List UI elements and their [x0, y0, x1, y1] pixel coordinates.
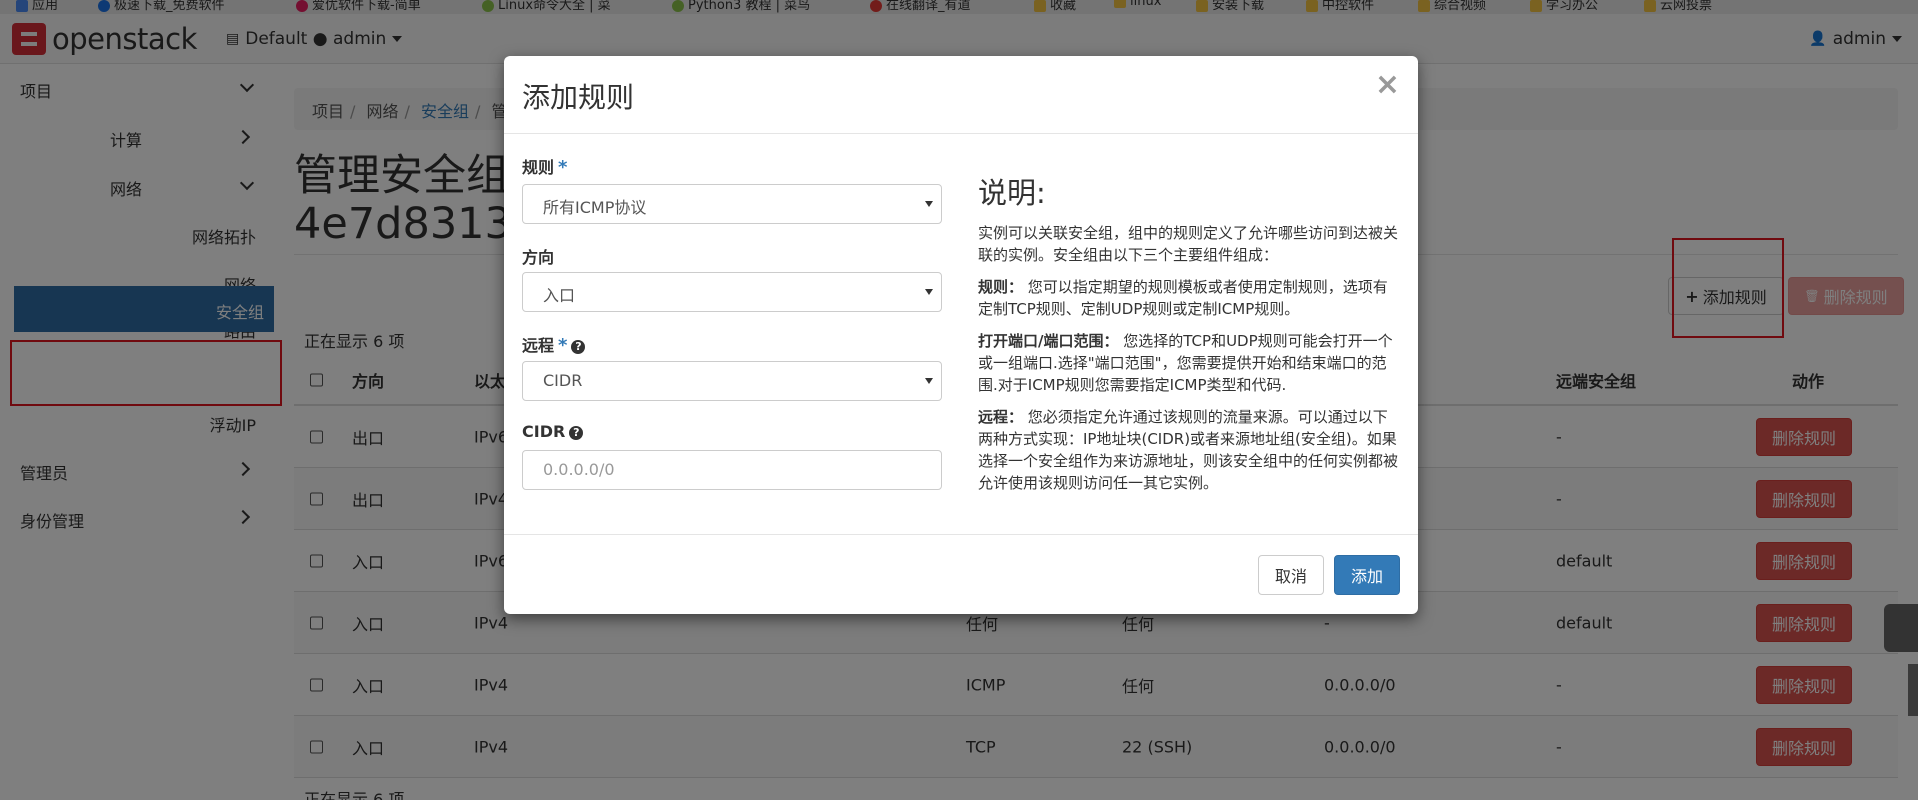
- description-remote-label: 远程：: [978, 408, 1024, 426]
- rule-select[interactable]: 所有ICMP协议: [522, 184, 942, 224]
- required-asterisk: *: [558, 157, 568, 178]
- rule-label-text: 规则: [522, 158, 555, 177]
- cancel-button[interactable]: 取消: [1258, 555, 1324, 595]
- help-icon[interactable]: ?: [571, 339, 586, 354]
- description-rule-text: 您可以指定期望的规则模板或者使用定制规则，选项有定制TCP规则、定制UDP规则或…: [978, 278, 1388, 318]
- rule-description: 说明: 实例可以关联安全组，组中的规则定义了允许哪些访问到达被关联的实例。安全组…: [978, 174, 1398, 504]
- modal-title: 添加规则: [522, 81, 635, 114]
- cidr-input-placeholder: 0.0.0.0/0: [543, 460, 615, 479]
- help-icon[interactable]: ?: [569, 425, 584, 440]
- modal-header: 添加规则 ×: [504, 56, 1418, 134]
- rule-label: 规则 *: [522, 154, 567, 178]
- floating-side-handle[interactable]: [1908, 664, 1918, 716]
- add-button[interactable]: 添加: [1334, 555, 1400, 595]
- description-rule-label: 规则：: [978, 278, 1024, 296]
- description-rule: 规则： 您可以指定期望的规则模板或者使用定制规则，选项有定制TCP规则、定制UD…: [978, 276, 1398, 320]
- direction-label: 方向: [522, 248, 555, 267]
- select-arrow-icon: [925, 201, 933, 207]
- description-port-label: 打开端口/端口范围：: [978, 332, 1119, 350]
- description-remote: 远程： 您必须指定允许通过该规则的流量来源。可以通过以下两种方式实现：IP地址块…: [978, 406, 1398, 494]
- direction-select[interactable]: 入口: [522, 272, 942, 312]
- description-remote-text: 您必须指定允许通过该规则的流量来源。可以通过以下两种方式实现：IP地址块(CID…: [978, 408, 1399, 492]
- cidr-label-text: CIDR: [522, 422, 566, 441]
- add-rule-dialog: 添加规则 × 规则 * 所有ICMP协议 方向 入口 远程 *? CIDR CIDR…: [504, 56, 1418, 614]
- description-title: 说明:: [978, 176, 1046, 210]
- cidr-label: CIDR?: [522, 422, 584, 441]
- floating-assistant-widget[interactable]: [1884, 604, 1918, 652]
- modal-footer: 取消 添加: [504, 534, 1418, 614]
- remote-select[interactable]: CIDR: [522, 361, 942, 401]
- select-arrow-icon: [925, 378, 933, 384]
- rule-select-value: 所有ICMP协议: [543, 198, 647, 217]
- required-asterisk: *: [558, 335, 568, 356]
- select-arrow-icon: [925, 289, 933, 295]
- remote-label-text: 远程: [522, 336, 555, 355]
- description-intro: 实例可以关联安全组，组中的规则定义了允许哪些访问到达被关联的实例。安全组由以下三…: [978, 224, 1399, 264]
- close-icon[interactable]: ×: [1375, 70, 1400, 100]
- description-port: 打开端口/端口范围： 您选择的TCP和UDP规则可能会打开一个或一组端口.选择"…: [978, 330, 1398, 396]
- remote-label: 远程 *?: [522, 332, 586, 356]
- cidr-input[interactable]: 0.0.0.0/0: [522, 450, 942, 490]
- remote-select-value: CIDR: [543, 371, 583, 390]
- direction-select-value: 入口: [543, 286, 576, 305]
